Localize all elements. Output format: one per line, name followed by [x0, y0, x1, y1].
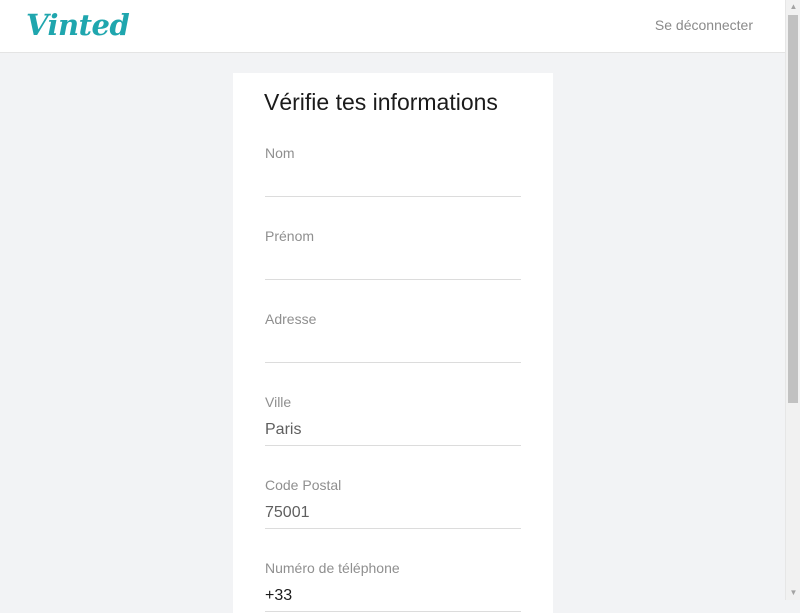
- last-name-field: Nom: [265, 145, 521, 197]
- form-title: Vérifie tes informations: [264, 89, 498, 115]
- address-label: Adresse: [265, 311, 317, 327]
- first-name-field: Prénom: [265, 228, 521, 280]
- top-header: Vinted Se déconnecter: [0, 0, 785, 53]
- verification-form-card: Vérifie tes informations Nom Prénom Adre…: [233, 73, 553, 613]
- logout-link[interactable]: Se déconnecter: [655, 17, 753, 33]
- phone-field: Numéro de téléphone: [265, 560, 521, 612]
- first-name-input[interactable]: [265, 253, 521, 275]
- city-label: Ville: [265, 394, 292, 410]
- city-input[interactable]: [265, 419, 521, 441]
- postal-code-field: Code Postal: [265, 477, 521, 529]
- scroll-down-arrow-icon[interactable]: ▼: [786, 586, 800, 600]
- address-field: Adresse: [265, 311, 521, 363]
- last-name-input[interactable]: [265, 170, 521, 192]
- page-scrollbar[interactable]: ▲ ▼: [785, 0, 800, 600]
- phone-input[interactable]: [265, 585, 521, 607]
- postal-code-label: Code Postal: [265, 477, 342, 493]
- phone-label: Numéro de téléphone: [265, 560, 400, 576]
- scroll-up-arrow-icon[interactable]: ▲: [786, 0, 800, 14]
- address-input[interactable]: [265, 336, 521, 358]
- city-field: Ville: [265, 394, 521, 446]
- postal-code-input[interactable]: [265, 502, 521, 524]
- last-name-label: Nom: [265, 145, 295, 161]
- vinted-logo[interactable]: Vinted: [26, 6, 130, 44]
- first-name-label: Prénom: [265, 228, 315, 244]
- scrollbar-thumb[interactable]: [788, 15, 798, 403]
